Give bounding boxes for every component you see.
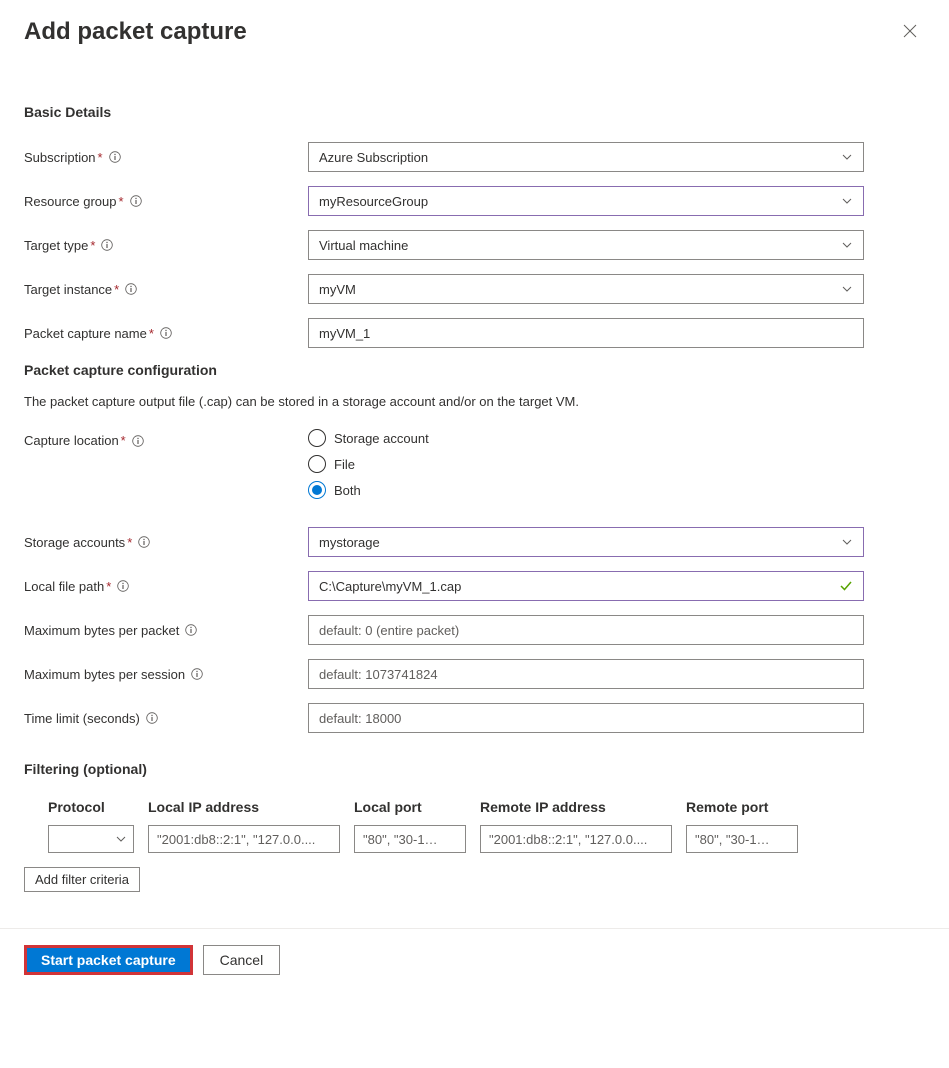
local-ip-input-wrapper[interactable]: [148, 825, 340, 853]
filter-col-local-port: Local port: [354, 799, 466, 815]
filter-col-remote-ip: Remote IP address: [480, 799, 672, 815]
radio-both-label: Both: [334, 483, 361, 498]
checkmark-icon: [839, 579, 853, 593]
filter-col-remote-port: Remote port: [686, 799, 798, 815]
basic-details-heading: Basic Details: [24, 104, 925, 120]
info-icon[interactable]: [146, 712, 158, 724]
radio-file[interactable]: File: [308, 455, 864, 473]
info-icon[interactable]: [125, 283, 137, 295]
resource-group-select[interactable]: myResourceGroup: [308, 186, 864, 216]
radio-storage-account[interactable]: Storage account: [308, 429, 864, 447]
info-icon[interactable]: [185, 624, 197, 636]
filtering-heading: Filtering (optional): [24, 761, 925, 777]
remote-port-input[interactable]: [695, 826, 775, 852]
info-icon[interactable]: [160, 327, 172, 339]
radio-circle-icon: [308, 481, 326, 499]
required-indicator: *: [127, 535, 132, 550]
info-icon[interactable]: [109, 151, 121, 163]
filter-header-row: Protocol Local IP address Local port Rem…: [48, 799, 925, 815]
storage-accounts-value: mystorage: [319, 535, 380, 550]
chevron-down-icon: [115, 833, 127, 845]
resource-group-label: Resource group: [24, 194, 117, 209]
radio-file-label: File: [334, 457, 355, 472]
footer: Start packet capture Cancel: [0, 928, 949, 995]
chevron-down-icon: [841, 536, 853, 548]
required-indicator: *: [106, 579, 111, 594]
filter-col-local-ip: Local IP address: [148, 799, 340, 815]
target-instance-select[interactable]: myVM: [308, 274, 864, 304]
max-bytes-packet-input-wrapper[interactable]: [308, 615, 864, 645]
panel-header: Add packet capture: [24, 18, 925, 46]
filter-col-protocol: Protocol: [48, 799, 134, 815]
subscription-select[interactable]: Azure Subscription: [308, 142, 864, 172]
capture-location-radio-group: Storage account File Both: [308, 429, 864, 499]
time-limit-label: Time limit (seconds): [24, 711, 140, 726]
required-indicator: *: [114, 282, 119, 297]
local-port-input-wrapper[interactable]: [354, 825, 466, 853]
target-instance-label: Target instance: [24, 282, 112, 297]
remote-ip-input-wrapper[interactable]: [480, 825, 672, 853]
target-type-value: Virtual machine: [319, 238, 408, 253]
storage-accounts-select[interactable]: mystorage: [308, 527, 864, 557]
local-port-input[interactable]: [363, 826, 443, 852]
protocol-select[interactable]: [48, 825, 134, 853]
local-ip-input[interactable]: [157, 826, 317, 852]
required-indicator: *: [119, 194, 124, 209]
max-bytes-packet-label: Maximum bytes per packet: [24, 623, 179, 638]
capture-location-label: Capture location: [24, 433, 119, 448]
required-indicator: *: [98, 150, 103, 165]
required-indicator: *: [90, 238, 95, 253]
resource-group-value: myResourceGroup: [319, 194, 428, 209]
radio-both[interactable]: Both: [308, 481, 864, 499]
close-icon[interactable]: [903, 24, 917, 38]
info-icon[interactable]: [130, 195, 142, 207]
add-filter-button[interactable]: Add filter criteria: [24, 867, 140, 892]
required-indicator: *: [149, 326, 154, 341]
time-limit-input[interactable]: [319, 704, 833, 732]
subscription-label: Subscription: [24, 150, 96, 165]
target-type-select[interactable]: Virtual machine: [308, 230, 864, 260]
max-bytes-packet-input[interactable]: [319, 616, 833, 644]
required-indicator: *: [121, 433, 126, 448]
cancel-button[interactable]: Cancel: [203, 945, 281, 975]
local-file-path-input-wrapper[interactable]: [308, 571, 864, 601]
time-limit-input-wrapper[interactable]: [308, 703, 864, 733]
capture-name-input[interactable]: [319, 319, 833, 347]
chevron-down-icon: [841, 151, 853, 163]
panel-title: Add packet capture: [24, 18, 247, 46]
capture-name-input-wrapper[interactable]: [308, 318, 864, 348]
info-icon[interactable]: [117, 580, 129, 592]
subscription-value: Azure Subscription: [319, 150, 428, 165]
radio-circle-icon: [308, 429, 326, 447]
radio-storage-label: Storage account: [334, 431, 429, 446]
info-icon[interactable]: [138, 536, 150, 548]
storage-accounts-label: Storage accounts: [24, 535, 125, 550]
filter-row: [48, 825, 925, 853]
target-type-label: Target type: [24, 238, 88, 253]
chevron-down-icon: [841, 283, 853, 295]
remote-port-input-wrapper[interactable]: [686, 825, 798, 853]
capture-name-label: Packet capture name: [24, 326, 147, 341]
max-bytes-session-input[interactable]: [319, 660, 833, 688]
radio-circle-icon: [308, 455, 326, 473]
chevron-down-icon: [841, 239, 853, 251]
max-bytes-session-input-wrapper[interactable]: [308, 659, 864, 689]
chevron-down-icon: [841, 195, 853, 207]
local-file-path-label: Local file path: [24, 579, 104, 594]
info-icon[interactable]: [191, 668, 203, 680]
max-bytes-session-label: Maximum bytes per session: [24, 667, 185, 682]
info-icon[interactable]: [132, 435, 144, 447]
start-capture-button[interactable]: Start packet capture: [24, 945, 193, 975]
config-heading: Packet capture configuration: [24, 362, 925, 378]
target-instance-value: myVM: [319, 282, 356, 297]
remote-ip-input[interactable]: [489, 826, 649, 852]
local-file-path-input[interactable]: [319, 572, 833, 600]
config-desc: The packet capture output file (.cap) ca…: [24, 394, 925, 409]
info-icon[interactable]: [101, 239, 113, 251]
